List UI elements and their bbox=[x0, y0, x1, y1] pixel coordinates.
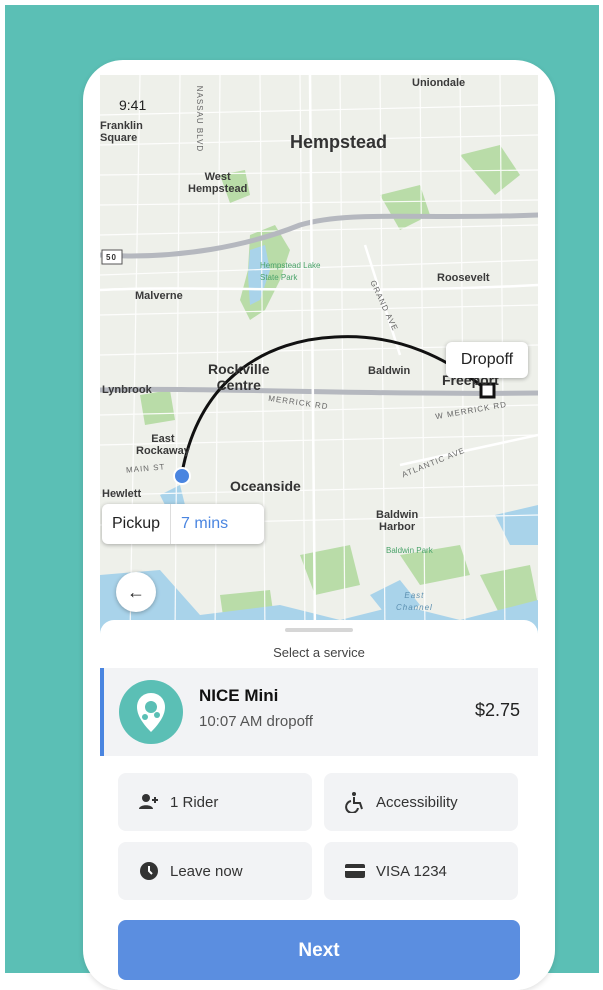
map-view[interactable]: 9:41 Uniondale Franklin Square NASSAU BL… bbox=[100, 75, 538, 635]
add-rider-icon bbox=[139, 794, 158, 809]
route-50-shield: 50 bbox=[106, 253, 117, 262]
dropoff-label[interactable]: Dropoff bbox=[446, 342, 528, 378]
accessibility-label: Accessibility bbox=[376, 793, 458, 811]
leave-now-button[interactable]: Leave now bbox=[118, 842, 312, 900]
map-label-hewlett: Hewlett bbox=[102, 488, 142, 500]
leave-now-label: Leave now bbox=[170, 862, 243, 880]
clock-icon bbox=[140, 862, 158, 880]
riders-label: 1 Rider bbox=[170, 793, 219, 811]
next-button[interactable]: Next bbox=[118, 920, 520, 980]
credit-card-icon bbox=[345, 864, 365, 878]
service-eta: 10:07 AM dropoff bbox=[199, 713, 313, 730]
map-label-baldwin-park: Baldwin Park bbox=[386, 546, 433, 555]
status-time: 9:41 bbox=[119, 97, 147, 113]
map-label-hempstead: Hempstead bbox=[290, 132, 388, 152]
pickup-eta: 7 mins bbox=[181, 515, 229, 532]
phone-frame: 9:41 Uniondale Franklin Square NASSAU BL… bbox=[83, 60, 555, 990]
map-label-lynbrook: Lynbrook bbox=[102, 384, 152, 396]
payment-label: VISA 1234 bbox=[376, 862, 447, 880]
map-label-west-hempstead: West Hempstead bbox=[188, 171, 248, 195]
back-button[interactable]: ← bbox=[116, 572, 156, 612]
map-label-east-channel: East Channel bbox=[396, 591, 433, 612]
service-name: NICE Mini bbox=[199, 686, 279, 705]
sheet-handle[interactable] bbox=[285, 628, 353, 632]
map-label-roosevelt: Roosevelt bbox=[437, 272, 490, 284]
map-label-oceanside: Oceanside bbox=[230, 478, 301, 494]
map-label-uniondale: Uniondale bbox=[412, 77, 466, 89]
map-label-nassau-blvd: NASSAU BLVD bbox=[195, 85, 205, 153]
service-price: $2.75 bbox=[474, 700, 520, 720]
service-option-nice-mini[interactable]: NICE Mini 10:07 AM dropoff $2.75 bbox=[100, 668, 538, 756]
wheelchair-icon bbox=[345, 792, 363, 813]
pickup-divider bbox=[170, 504, 172, 544]
pickup-label[interactable]: Pickup 7 mins bbox=[102, 504, 264, 544]
map-label-hempstead-lake: Hempstead Lake State Park bbox=[260, 261, 321, 282]
map-label-baldwin: Baldwin bbox=[368, 365, 411, 377]
pickup-label-text: Pickup bbox=[112, 515, 161, 532]
payment-button[interactable]: VISA 1234 bbox=[324, 842, 518, 900]
map-label-east-rockaway: East Rockaway bbox=[136, 433, 190, 457]
map-label-franklin-square: Franklin Square bbox=[100, 120, 143, 144]
map-label-malverne: Malverne bbox=[135, 290, 183, 302]
accessibility-button[interactable]: Accessibility bbox=[324, 773, 518, 831]
map-label-rockville-centre: Rockville Centre bbox=[208, 361, 270, 393]
nice-logo-icon bbox=[119, 680, 183, 744]
arrow-left-icon: ← bbox=[127, 581, 145, 602]
riders-button[interactable]: 1 Rider bbox=[118, 773, 312, 831]
sheet-title: Select a service bbox=[273, 645, 365, 660]
map-label-baldwin-harbor: Baldwin Harbor bbox=[376, 509, 419, 533]
